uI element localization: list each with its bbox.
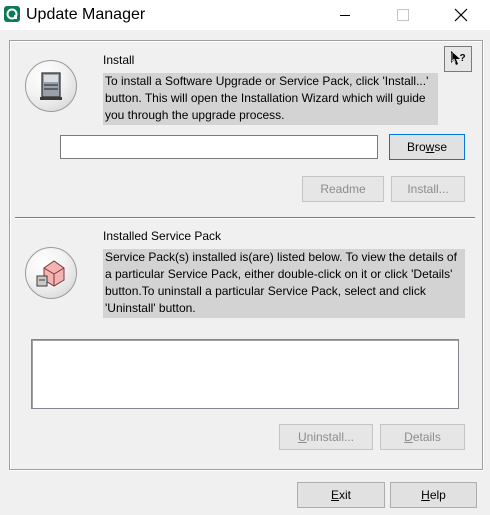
service-pack-icon: [25, 247, 77, 299]
computer-icon: [25, 60, 77, 112]
uninstall-label-end: ninstall...: [306, 430, 355, 444]
browse-label-start: Bro: [406, 140, 426, 154]
dialog-client-area: ? Install To install a Software Upgrade …: [0, 30, 490, 515]
minimize-button[interactable]: [322, 0, 368, 30]
maximize-icon: [397, 9, 409, 21]
install-heading: Install: [103, 53, 135, 67]
browse-label-end: se: [434, 140, 448, 154]
main-panel: ? Install To install a Software Upgrade …: [9, 40, 483, 470]
readme-button[interactable]: Readme: [302, 176, 384, 202]
close-button[interactable]: [438, 0, 484, 30]
details-mnemonic: D: [404, 430, 413, 444]
details-label-end: etails: [412, 430, 441, 444]
install-button[interactable]: Install...: [391, 176, 465, 202]
details-button[interactable]: Details: [380, 424, 465, 450]
service-pack-heading: Installed Service Pack: [103, 229, 222, 243]
service-pack-list[interactable]: [31, 339, 459, 409]
uninstall-button[interactable]: Uninstall...: [279, 424, 373, 450]
service-pack-description: Service Pack(s) installed is(are) listed…: [103, 249, 465, 318]
window-title: Update Manager: [26, 6, 146, 23]
minimize-icon: [340, 15, 350, 16]
browse-button[interactable]: Bro w se: [389, 134, 465, 160]
title-bar: Update Manager: [0, 0, 490, 30]
uninstall-mnemonic: U: [297, 430, 307, 444]
section-divider: [15, 217, 475, 219]
browse-mnemonic: w: [425, 140, 435, 154]
close-icon: [454, 8, 468, 22]
exit-mnemonic: E: [330, 488, 339, 502]
context-help-button[interactable]: ?: [444, 46, 472, 72]
maximize-button[interactable]: [380, 0, 426, 30]
svg-text:?: ?: [460, 53, 466, 64]
app-logo-icon: [4, 6, 20, 22]
exit-button[interactable]: Exit: [297, 482, 385, 508]
install-description: To install a Software Upgrade or Service…: [103, 73, 438, 125]
help-pointer-icon: ?: [451, 51, 466, 65]
install-path-input[interactable]: [60, 135, 378, 159]
exit-label-end: xit: [339, 488, 351, 502]
help-mnemonic: H: [421, 488, 430, 502]
help-button[interactable]: Help: [390, 482, 477, 508]
help-label-end: elp: [429, 488, 446, 502]
